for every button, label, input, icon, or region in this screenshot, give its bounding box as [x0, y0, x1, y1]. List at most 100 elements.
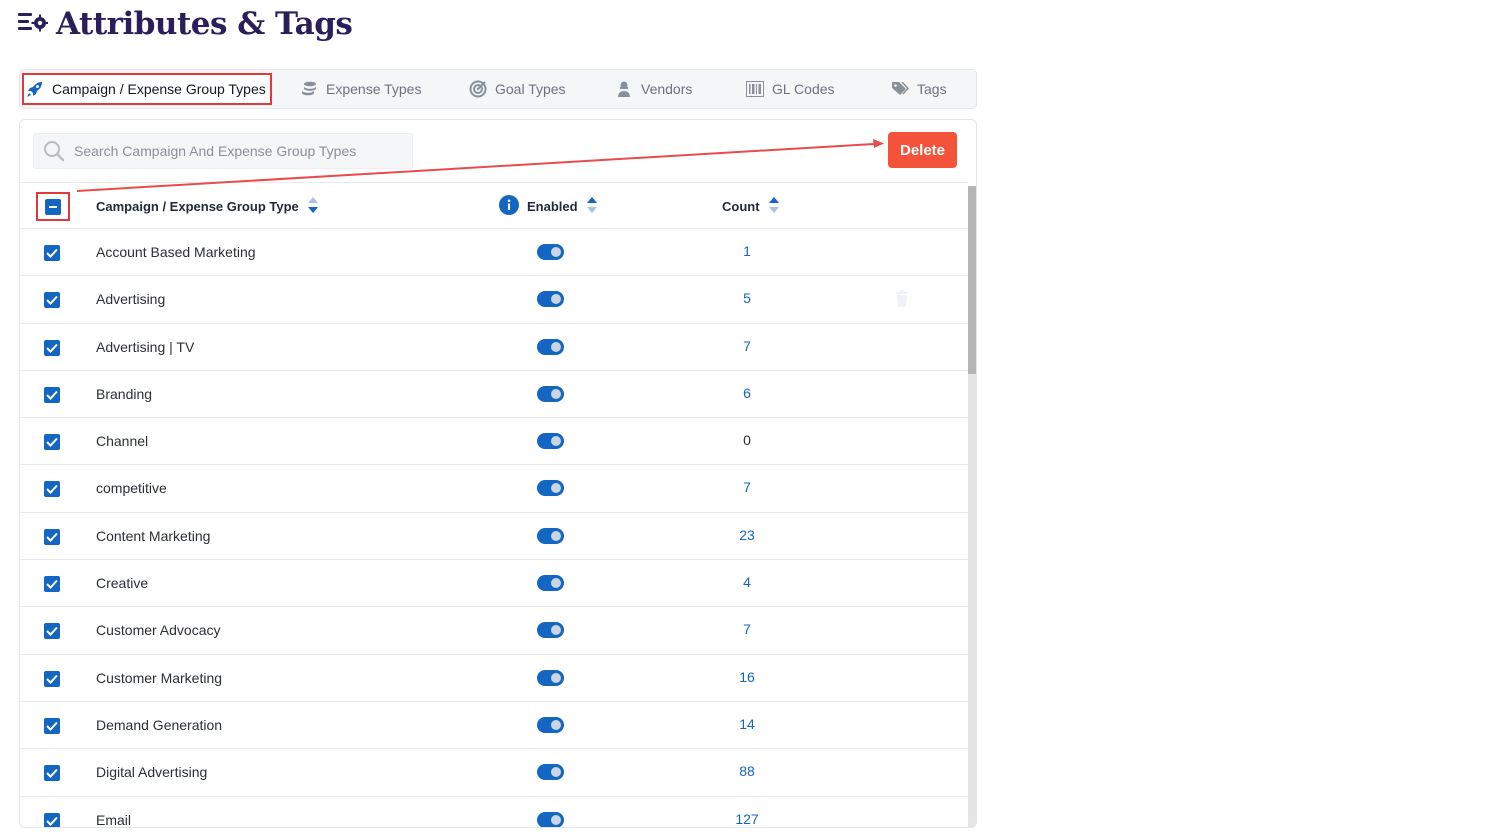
scrollbar-thumb[interactable]: [968, 186, 976, 374]
row-count[interactable]: 127: [707, 797, 787, 827]
enabled-toggle[interactable]: [537, 669, 564, 686]
tab-bar: Campaign / Expense Group Types Expense T…: [19, 69, 977, 109]
info-icon[interactable]: [499, 194, 519, 218]
target-icon: [469, 80, 487, 98]
enabled-toggle[interactable]: [537, 811, 564, 827]
indeterminate-checkbox-icon: [45, 198, 61, 215]
row-count[interactable]: 16: [707, 655, 787, 699]
enabled-toggle[interactable]: [537, 480, 564, 497]
tags-icon: [891, 80, 909, 98]
row-name: Advertising | TV: [96, 338, 195, 355]
types-panel: Delete Campaign / Expense Group Type Ena…: [19, 119, 977, 828]
coins-icon: [300, 80, 318, 98]
vertical-scrollbar[interactable]: [968, 186, 976, 827]
tab-goal-types[interactable]: Goal Types: [469, 70, 566, 108]
row-name: Email: [96, 811, 132, 828]
table-row: Creative 4: [20, 560, 968, 608]
search-icon: [34, 140, 74, 162]
row-checkbox[interactable]: [44, 245, 60, 261]
table-row: Branding 6: [20, 371, 968, 419]
tab-tags[interactable]: Tags: [891, 70, 947, 108]
row-name: competitive: [96, 480, 167, 497]
enabled-toggle[interactable]: [537, 433, 564, 450]
column-label: Enabled: [527, 198, 578, 214]
row-name: Content Marketing: [96, 527, 211, 544]
enabled-toggle[interactable]: [537, 244, 564, 260]
row-count[interactable]: 7: [707, 465, 787, 509]
column-header-count[interactable]: Count: [722, 183, 780, 229]
table-row: Customer Advocacy 7: [20, 607, 968, 655]
enabled-toggle[interactable]: [537, 622, 564, 639]
rocket-icon: [26, 80, 44, 98]
row-name: Channel: [96, 433, 149, 450]
row-name: Account Based Marketing: [96, 244, 256, 260]
row-count[interactable]: 5: [707, 276, 787, 320]
column-header-enabled[interactable]: Enabled: [499, 183, 598, 229]
row-checkbox[interactable]: [44, 623, 60, 640]
row-checkbox[interactable]: [44, 434, 60, 451]
enabled-toggle[interactable]: [537, 764, 564, 781]
table-row: Content Marketing 23: [20, 513, 968, 561]
row-checkbox[interactable]: [44, 528, 60, 545]
row-checkbox[interactable]: [44, 717, 60, 734]
enabled-toggle[interactable]: [537, 338, 564, 355]
row-count[interactable]: 7: [707, 324, 787, 368]
tab-label: Goal Types: [495, 81, 566, 97]
page-title: Attributes & Tags: [56, 6, 353, 42]
enabled-toggle[interactable]: [537, 291, 564, 308]
search-box: [33, 133, 413, 169]
row-checkbox[interactable]: [44, 576, 60, 593]
tab-label: Vendors: [641, 81, 693, 97]
table-row: Digital Advertising 88: [20, 749, 968, 797]
tab-expense-types[interactable]: Expense Types: [300, 70, 421, 108]
table-row: Account Based Marketing 1: [20, 229, 968, 277]
row-checkbox[interactable]: [44, 292, 60, 309]
table-header: Campaign / Expense Group Type Enabled Co…: [20, 182, 968, 229]
table-row: Advertising | TV 7: [20, 324, 968, 371]
row-count[interactable]: 88: [707, 749, 787, 793]
sort-icon[interactable]: [586, 196, 598, 217]
enabled-toggle[interactable]: [537, 527, 564, 544]
table-body: Account Based Marketing 1 Advertising 5 …: [20, 229, 968, 828]
row-count[interactable]: 14: [707, 702, 787, 746]
row-name: Advertising: [96, 291, 166, 308]
tab-gl-codes[interactable]: GL Codes: [746, 70, 835, 108]
row-count[interactable]: 23: [707, 513, 787, 557]
tab-label: GL Codes: [772, 81, 835, 97]
tab-label: Expense Types: [326, 81, 422, 97]
row-count: 0: [743, 432, 751, 449]
enabled-toggle[interactable]: [537, 385, 564, 402]
tab-campaign-expense-group-types[interactable]: Campaign / Expense Group Types: [22, 73, 272, 105]
row-checkbox[interactable]: [44, 339, 60, 356]
row-count[interactable]: 7: [707, 607, 787, 651]
row-name: Creative: [96, 575, 149, 592]
search-input[interactable]: [74, 143, 394, 159]
enabled-toggle[interactable]: [537, 716, 564, 733]
select-all-checkbox[interactable]: [36, 192, 70, 221]
row-name: Digital Advertising: [96, 764, 208, 781]
row-checkbox[interactable]: [44, 481, 60, 498]
table-row: Email 127: [20, 797, 968, 828]
row-checkbox[interactable]: [44, 670, 60, 687]
page-header: Attributes & Tags: [18, 6, 353, 42]
trash-icon[interactable]: [895, 290, 909, 313]
row-name: Demand Generation: [96, 716, 223, 733]
delete-button[interactable]: Delete: [888, 132, 957, 168]
enabled-toggle[interactable]: [537, 575, 564, 592]
column-label: Campaign / Expense Group Type: [96, 198, 299, 214]
table-row: Channel 0: [20, 418, 968, 466]
row-name: Customer Marketing: [96, 669, 223, 686]
row-checkbox[interactable]: [44, 812, 60, 827]
row-checkbox[interactable]: [44, 386, 60, 403]
settings-list-icon: [18, 10, 48, 39]
tab-vendors[interactable]: Vendors: [615, 70, 692, 108]
sort-icon[interactable]: [307, 196, 319, 217]
row-count[interactable]: 4: [707, 560, 787, 604]
tab-label: Tags: [917, 81, 947, 97]
row-checkbox[interactable]: [44, 765, 60, 782]
barcode-icon: [746, 80, 764, 98]
column-header-name[interactable]: Campaign / Expense Group Type: [96, 183, 319, 229]
row-count[interactable]: 1: [707, 229, 787, 273]
sort-icon[interactable]: [768, 196, 780, 217]
row-count[interactable]: 6: [707, 371, 787, 415]
